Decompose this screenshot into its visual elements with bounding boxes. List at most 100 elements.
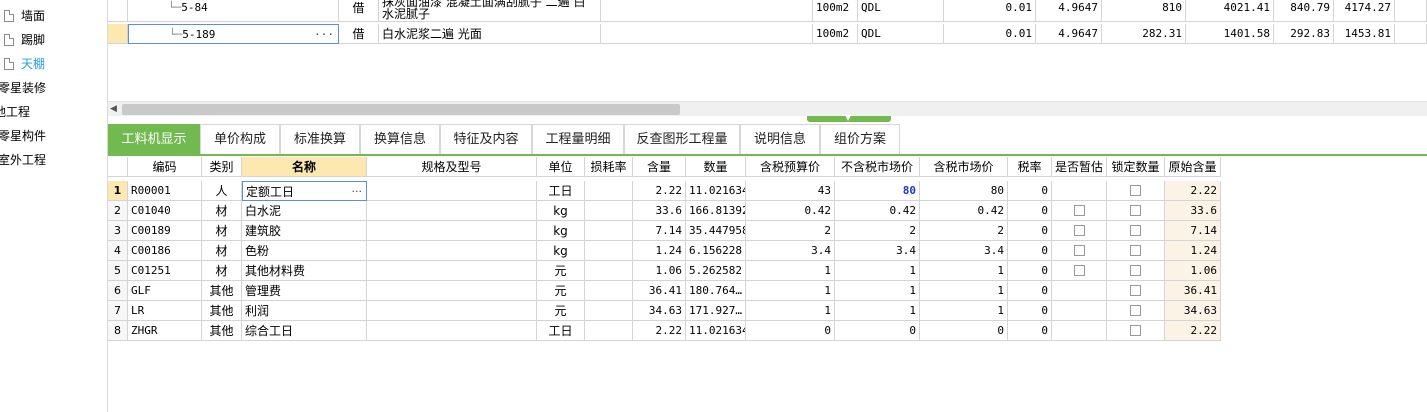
- table-row[interactable]: 3 C00189 材建筑胶 kg 7.14 35.447958 2 2 2 0 7.14: [108, 221, 1223, 241]
- checkbox[interactable]: [1130, 325, 1141, 336]
- checkbox[interactable]: [1130, 285, 1141, 296]
- tree-item-misc-components[interactable]: 零星构件: [0, 126, 46, 146]
- cell-unit[interactable]: 元: [537, 301, 585, 321]
- tree-item-skirting[interactable]: 踢脚: [4, 30, 45, 50]
- cell-original-content[interactable]: 34.63: [1165, 301, 1221, 321]
- tab-quantity-details[interactable]: 工程量明细: [532, 124, 624, 154]
- cell-tax-rate[interactable]: 0: [1008, 261, 1052, 281]
- cell-type[interactable]: 材: [202, 221, 242, 241]
- checkbox[interactable]: [1073, 265, 1085, 276]
- cell-quantity[interactable]: 35.447958: [686, 221, 746, 241]
- cell-code[interactable]: C00186: [128, 241, 202, 261]
- cell-type[interactable]: 人: [202, 181, 242, 201]
- cell-lock-quantity[interactable]: [1107, 321, 1165, 341]
- cell-content[interactable]: 1.24: [633, 241, 686, 261]
- header-spec[interactable]: 规格及型号: [367, 157, 537, 177]
- tab-labor-material-machine[interactable]: 工料机显示: [108, 124, 200, 154]
- cell-market-price[interactable]: 2: [835, 221, 920, 241]
- cell-market-price-tax[interactable]: 2: [920, 221, 1008, 241]
- tab-description[interactable]: 说明信息: [740, 124, 820, 154]
- horizontal-scrollbar[interactable]: ◀: [108, 101, 1427, 116]
- cell-original-content[interactable]: 1.06: [1165, 261, 1221, 281]
- cell-spec[interactable]: [367, 241, 537, 261]
- cell-market-price-tax[interactable]: 1: [920, 281, 1008, 301]
- cell-market-price[interactable]: 0.42: [835, 201, 920, 221]
- cell-loss-rate[interactable]: [585, 181, 633, 201]
- cell-loss-rate[interactable]: [585, 201, 633, 221]
- cell-name[interactable]: 建筑胶: [242, 221, 367, 241]
- cell-type[interactable]: 其他: [202, 321, 242, 341]
- checkbox[interactable]: [1130, 205, 1141, 216]
- cell-code[interactable]: GLF: [128, 281, 202, 301]
- header-market-price[interactable]: 不含税市场价: [835, 157, 920, 177]
- cell-provisional[interactable]: [1052, 241, 1107, 261]
- cell-original-content[interactable]: 36.41: [1165, 281, 1221, 301]
- header-code[interactable]: 编码: [128, 157, 202, 177]
- more-options-button[interactable]: ···: [352, 182, 363, 200]
- cell-lock-quantity[interactable]: [1107, 281, 1165, 301]
- cell-lock-quantity[interactable]: [1107, 221, 1165, 241]
- cell-code[interactable]: C01040: [128, 201, 202, 221]
- cell-spec[interactable]: [367, 321, 537, 341]
- cell-name[interactable]: 综合工日: [242, 321, 367, 341]
- cell-original-content[interactable]: 1.24: [1165, 241, 1221, 261]
- cell-market-price-tax[interactable]: 80: [920, 181, 1008, 201]
- tree-item-ground-works[interactable]: 地工程: [0, 102, 30, 122]
- cell-budget-price[interactable]: 2: [746, 221, 835, 241]
- cell-type[interactable]: 材: [202, 241, 242, 261]
- cell-provisional[interactable]: [1052, 201, 1107, 221]
- cell-content[interactable]: 1.06: [633, 261, 686, 281]
- cell-budget-price[interactable]: 0: [746, 321, 835, 341]
- header-loss-rate[interactable]: 损耗率: [585, 157, 633, 177]
- cell-code[interactable]: ZHGR: [128, 321, 202, 341]
- tree-item-wall[interactable]: 墙面: [4, 6, 45, 26]
- header-market-price-tax[interactable]: 含税市场价: [920, 157, 1008, 177]
- table-row[interactable]: 5 C01251 材其他材料费元 1.06 5.262582 1 1 1 0 1.06: [108, 261, 1223, 281]
- cell-name[interactable]: 利润: [242, 301, 367, 321]
- header-lock-quantity[interactable]: 锁定数量: [1107, 157, 1165, 177]
- cell-name[interactable]: 色粉: [242, 241, 367, 261]
- cell-name[interactable]: 其他材料费: [242, 261, 367, 281]
- cell-tax-rate[interactable]: 0: [1008, 181, 1052, 201]
- cell-unit[interactable]: kg: [537, 201, 585, 221]
- tree-item-ceiling[interactable]: 天棚: [4, 54, 45, 74]
- tree-item-misc-decoration[interactable]: 零星装修: [0, 78, 46, 98]
- cell-name[interactable]: 管理费: [242, 281, 367, 301]
- cell-lock-quantity[interactable]: [1107, 181, 1165, 201]
- cell-loss-rate[interactable]: [585, 261, 633, 281]
- cell-quantity[interactable]: 11.021634: [686, 321, 746, 341]
- cell-quantity[interactable]: 171.927…: [686, 301, 746, 321]
- quota-name[interactable]: 白水泥浆二遍 光面: [379, 24, 601, 44]
- checkbox[interactable]: [1073, 205, 1085, 216]
- quota-name[interactable]: 抹灰面油漆 混凝土面满刮腻子 二遍 白 水泥腻子: [379, 0, 601, 22]
- cell-unit[interactable]: kg: [537, 221, 585, 241]
- cell-lock-quantity[interactable]: [1107, 241, 1165, 261]
- cell-market-price[interactable]: 1: [835, 261, 920, 281]
- checkbox[interactable]: [1130, 245, 1141, 256]
- cell-market-price[interactable]: 0: [835, 321, 920, 341]
- cell-quantity[interactable]: 6.156228: [686, 241, 746, 261]
- cell-type[interactable]: 材: [202, 201, 242, 221]
- cell-lock-quantity[interactable]: [1107, 201, 1165, 221]
- cell-tax-rate[interactable]: 0: [1008, 201, 1052, 221]
- cell-tax-rate[interactable]: 0: [1008, 241, 1052, 261]
- header-unit[interactable]: 单位: [537, 157, 585, 177]
- tab-unit-price-composition[interactable]: 单价构成: [200, 124, 280, 154]
- cell-content[interactable]: 33.6: [633, 201, 686, 221]
- cell-code[interactable]: LR: [128, 301, 202, 321]
- cell-spec[interactable]: [367, 281, 537, 301]
- cell-budget-price[interactable]: 3.4: [746, 241, 835, 261]
- tree-item-outdoor-works[interactable]: 室外工程: [0, 150, 46, 170]
- cell-code[interactable]: C00189: [128, 221, 202, 241]
- cell-market-price-tax[interactable]: 1: [920, 301, 1008, 321]
- cell-type[interactable]: 其他: [202, 281, 242, 301]
- more-options-button[interactable]: ···: [314, 25, 334, 43]
- cell-quantity[interactable]: 11.021634: [686, 181, 746, 201]
- checkbox[interactable]: [1130, 225, 1141, 236]
- cell-loss-rate[interactable]: [585, 301, 633, 321]
- cell-unit[interactable]: 元: [537, 281, 585, 301]
- cell-content[interactable]: 2.22: [633, 321, 686, 341]
- cell-market-price[interactable]: 1: [835, 281, 920, 301]
- cell-tax-rate[interactable]: 0: [1008, 321, 1052, 341]
- scrollbar-thumb[interactable]: [122, 104, 680, 115]
